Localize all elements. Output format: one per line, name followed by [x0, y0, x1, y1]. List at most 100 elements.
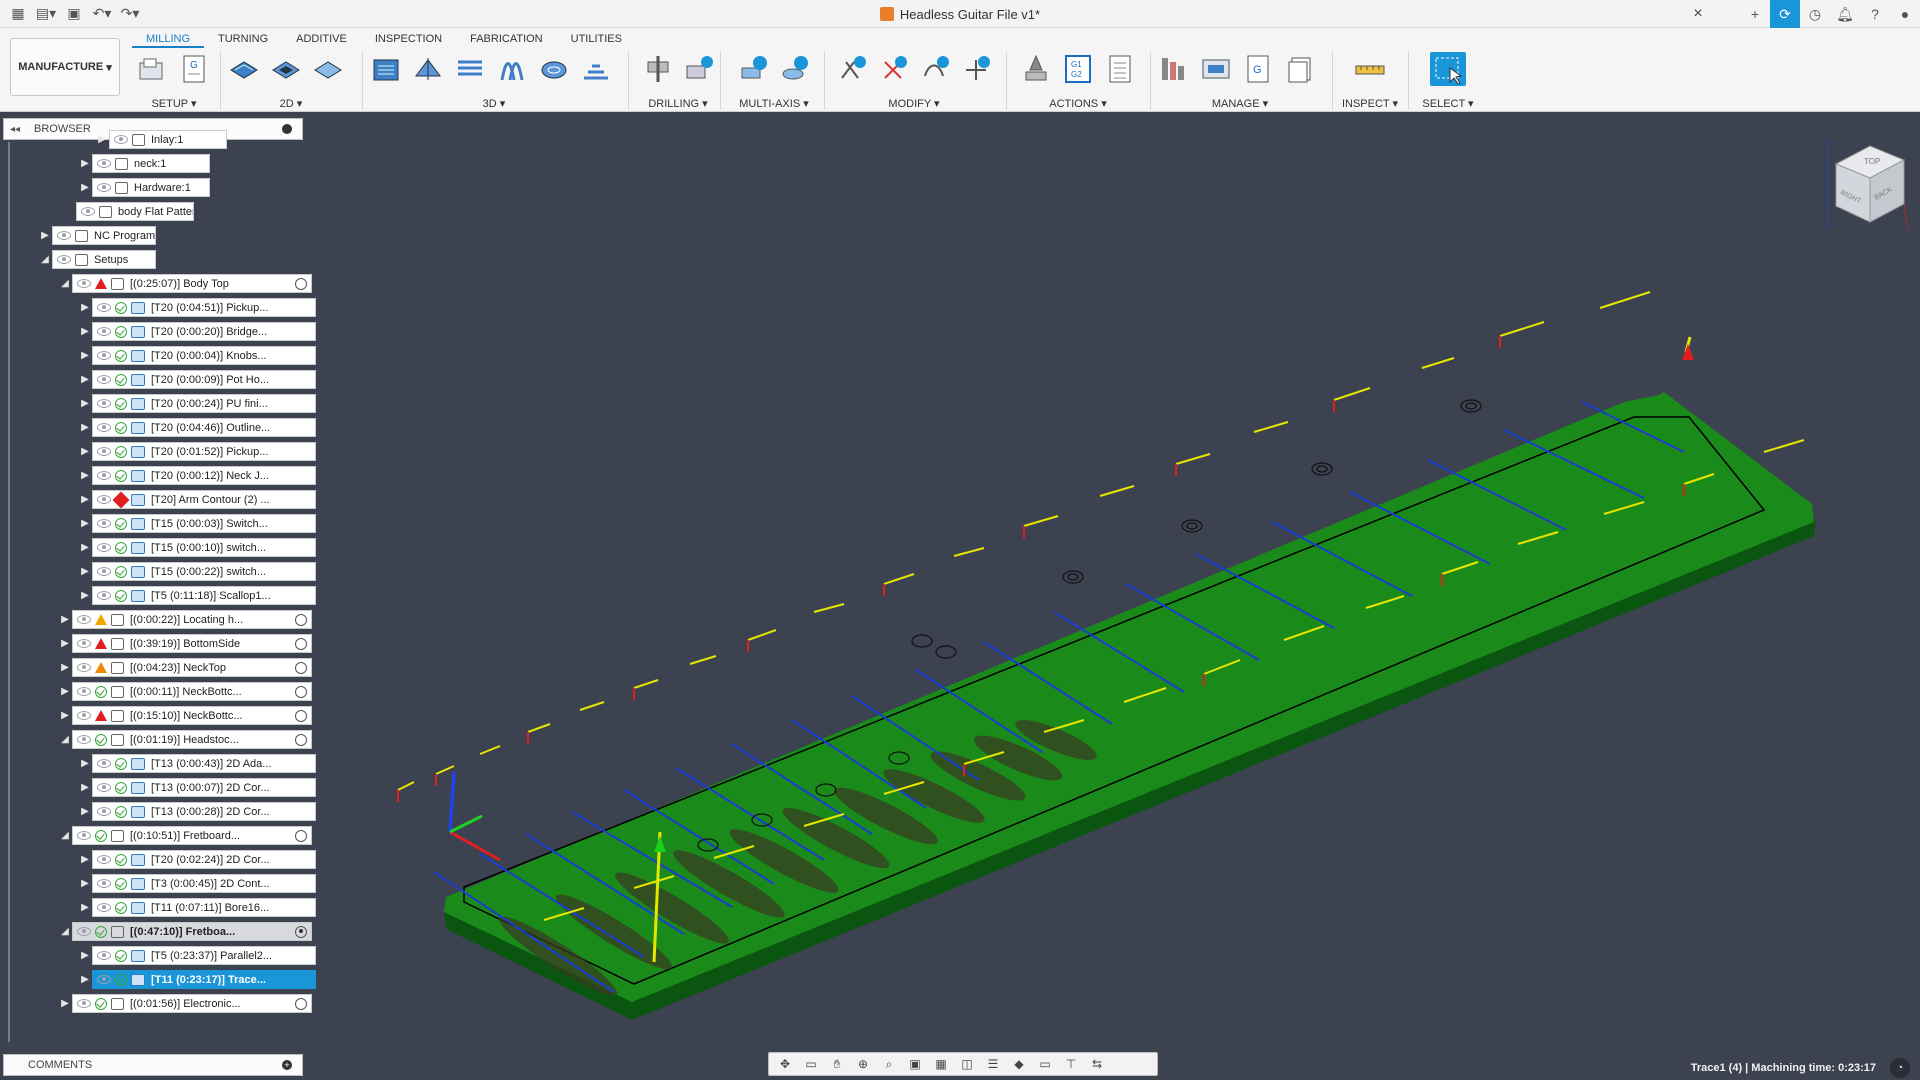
setup-sheet-icon[interactable]	[1102, 52, 1138, 86]
tree-row-box[interactable]: [(0:25:07)] Body Top	[72, 274, 312, 293]
tree-row-box[interactable]: [(0:39:19)] BottomSide	[72, 634, 312, 653]
grid-icon[interactable]: ▦	[931, 1056, 951, 1072]
expand-arrow-icon[interactable]: ▶	[58, 661, 72, 675]
tree-row-box[interactable]: [(0:01:19)] Headstoc...	[72, 730, 312, 749]
tree-row[interactable]: ◢ [(0:01:19)] Headstoc...	[58, 730, 312, 749]
tree-row[interactable]: ▶ [(0:00:11)] NeckBottc...	[58, 682, 312, 701]
visibility-eye-icon[interactable]	[97, 399, 111, 408]
look-at-icon[interactable]: ▭	[801, 1056, 821, 1072]
visibility-eye-icon[interactable]	[97, 783, 111, 792]
tree-row[interactable]: ▶ [T20] Arm Contour (2) ...	[78, 490, 316, 509]
visibility-eye-icon[interactable]	[97, 879, 111, 888]
tree-row[interactable]: ▶ [T11 (0:23:17)] Trace...	[78, 970, 316, 989]
tree-row[interactable]: ▶ [T20 (0:04:46)] Outline...	[78, 418, 316, 437]
tab-inspection[interactable]: INSPECTION	[361, 30, 456, 48]
tree-row-box[interactable]: [T13 (0:00:28)] 2D Cor...	[92, 802, 316, 821]
tree-row-box[interactable]: [(0:04:23)] NeckTop	[72, 658, 312, 677]
tab-milling[interactable]: MILLING	[132, 30, 205, 48]
tree-row[interactable]: ▶ [(0:15:10)] NeckBottc...	[58, 706, 312, 725]
tree-row-box[interactable]: [T3 (0:00:45)] 2D Cont...	[92, 874, 316, 893]
viewports-icon[interactable]: ◫	[957, 1056, 977, 1072]
select-icon[interactable]	[1430, 52, 1466, 86]
tree-row-box[interactable]: neck:1	[92, 154, 210, 173]
visibility-eye-icon[interactable]	[97, 951, 111, 960]
tab-fabrication[interactable]: FABRICATION	[456, 30, 557, 48]
workspace-switcher[interactable]: MANUFACTURE ▾	[10, 38, 120, 96]
job-status-icon[interactable]: ◷	[1800, 0, 1830, 28]
tree-row[interactable]: ◢ [(0:25:07)] Body Top	[58, 274, 312, 293]
tree-row-box[interactable]: [T20 (0:00:04)] Knobs...	[92, 346, 316, 365]
tree-row[interactable]: ▶ [T20 (0:02:24)] 2D Cor...	[78, 850, 316, 869]
2d-pocket-icon[interactable]	[268, 52, 304, 86]
simulation-display-icon[interactable]: ⇆	[1087, 1056, 1107, 1072]
tree-row[interactable]: ▶ [T20 (0:00:12)] Neck J...	[78, 466, 316, 485]
tree-row-box[interactable]: Hardware:1	[92, 178, 210, 197]
visibility-eye-icon[interactable]	[81, 207, 95, 216]
visibility-eye-icon[interactable]	[97, 567, 111, 576]
nc-program-icon[interactable]: G	[176, 52, 212, 86]
tree-row-box[interactable]: [T20 (0:00:09)] Pot Ho...	[92, 370, 316, 389]
tree-row[interactable]: ▶ [T20 (0:01:52)] Pickup...	[78, 442, 316, 461]
swarf-icon[interactable]	[736, 52, 771, 86]
tree-row[interactable]: ▶ [T13 (0:00:07)] 2D Cor...	[78, 778, 316, 797]
add-comment-icon[interactable]: +	[282, 1060, 292, 1070]
tree-row-box[interactable]: [(0:10:51)] Fretboard...	[72, 826, 312, 845]
visibility-eye-icon[interactable]	[77, 735, 91, 744]
tool-library-icon[interactable]	[1156, 52, 1192, 86]
multi-axis-contour-icon[interactable]	[777, 52, 812, 86]
visibility-eye-icon[interactable]	[97, 591, 111, 600]
tool-display-icon[interactable]: ⊤	[1061, 1056, 1081, 1072]
tree-row-box[interactable]: [T20 (0:00:20)] Bridge...	[92, 322, 316, 341]
tree-row-box[interactable]: [T15 (0:00:22)] switch...	[92, 562, 316, 581]
adaptive-clearing-icon[interactable]	[368, 52, 404, 86]
extensions-icon[interactable]: ⟳	[1770, 0, 1800, 28]
tree-row[interactable]: ▶ [T20 (0:04:51)] Pickup...	[78, 298, 316, 317]
tree-row-box[interactable]: [T13 (0:00:07)] 2D Cor...	[92, 778, 316, 797]
inspect-group-label[interactable]: INSPECT ▾	[1340, 97, 1400, 110]
tree-row-box[interactable]: [T5 (0:23:37)] Parallel2...	[92, 946, 316, 965]
undo-icon[interactable]: ↶▾	[90, 3, 114, 25]
select-group-label[interactable]: SELECT ▾	[1418, 97, 1478, 110]
visibility-eye-icon[interactable]	[77, 711, 91, 720]
pocket-clearing-icon[interactable]	[410, 52, 446, 86]
file-menu-icon[interactable]: ▤▾	[34, 3, 58, 25]
hole-recognition-icon[interactable]	[681, 52, 716, 86]
tree-row[interactable]: ▶ [(0:00:22)] Locating h...	[58, 610, 312, 629]
trim-toolpath-icon[interactable]	[834, 52, 870, 86]
actions-group-label[interactable]: ACTIONS ▾	[1018, 97, 1138, 110]
tree-row-box[interactable]: [(0:15:10)] NeckBottc...	[72, 706, 312, 725]
tree-row[interactable]: ▶ Hardware:1	[78, 178, 210, 197]
tree-row-box[interactable]: [(0:00:22)] Locating h...	[72, 610, 312, 629]
modify-group-label[interactable]: MODIFY ▾	[834, 97, 994, 110]
tree-row[interactable]: ▶ [(0:01:56)] Electronic...	[58, 994, 312, 1013]
manage-group-label[interactable]: MANAGE ▾	[1156, 97, 1324, 110]
tree-row[interactable]: ▶ [(0:39:19)] BottomSide	[58, 634, 312, 653]
help-icon[interactable]: ?	[1860, 0, 1890, 28]
expand-arrow-icon[interactable]: ▶	[78, 517, 92, 531]
move-toolpath-icon[interactable]	[959, 52, 995, 86]
visibility-eye-icon[interactable]	[97, 351, 111, 360]
browser-options-icon[interactable]	[282, 124, 292, 134]
expand-arrow-icon[interactable]: ▶	[38, 229, 52, 243]
tree-row-box[interactable]: [T5 (0:11:18)] Scallop1...	[92, 586, 316, 605]
expand-arrow-icon[interactable]: ▶	[58, 997, 72, 1011]
tree-row-box[interactable]: [(0:47:10)] Fretboa...	[72, 922, 312, 941]
tab-utilities[interactable]: UTILITIES	[557, 30, 636, 48]
drilling-group-label[interactable]: DRILLING ▾	[640, 97, 716, 110]
expand-arrow-icon[interactable]: ▶	[58, 637, 72, 651]
template-library-icon[interactable]	[1198, 52, 1234, 86]
2d-adaptive-icon[interactable]	[226, 52, 262, 86]
save-icon[interactable]: ▣	[62, 3, 86, 25]
orbit-icon[interactable]: ✥	[775, 1056, 795, 1072]
graphics-viewport[interactable]	[304, 112, 1920, 1080]
drill-icon[interactable]	[640, 52, 675, 86]
tree-row[interactable]: ▶ [T13 (0:00:28)] 2D Cor...	[78, 802, 316, 821]
expand-arrow-icon[interactable]: ▶	[95, 133, 109, 147]
setup-group-label[interactable]: SETUP ▾	[134, 97, 214, 110]
expand-arrow-icon[interactable]: ▶	[78, 877, 92, 891]
expand-arrow-icon[interactable]: ▶	[78, 325, 92, 339]
pan-icon[interactable]: ✋︎	[827, 1056, 847, 1072]
post-process-icon[interactable]: G1 G2	[1060, 52, 1096, 86]
parallel-icon[interactable]	[494, 52, 530, 86]
contour-icon[interactable]	[578, 52, 614, 86]
